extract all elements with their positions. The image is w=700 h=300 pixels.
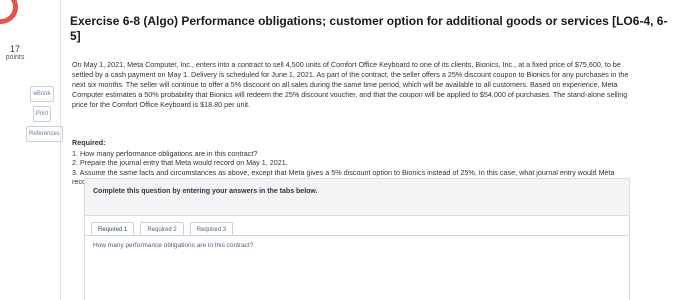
problem-text: On May 1, 2021, Meta Computer, Inc., ent… (72, 60, 629, 109)
left-rail: 17 points eBook Print References (0, 0, 63, 300)
tab-divider (85, 235, 629, 236)
points-value: 17 (9, 44, 20, 54)
required-item-2: 2. Prepare the journal entry that Meta w… (72, 158, 288, 167)
progress-ring-icon (0, 0, 18, 24)
ebook-link[interactable]: eBook (26, 86, 58, 102)
required-heading: Required: (72, 138, 106, 147)
print-link[interactable]: Print (26, 106, 58, 122)
required-item-1: 1. How many performance obligations are … (72, 148, 258, 158)
tab-required-2[interactable]: Required 2 (140, 222, 184, 236)
print-label: Print (32, 106, 52, 122)
tab-required-3[interactable]: Required 3 (189, 222, 234, 236)
points-label: points (5, 54, 25, 61)
tabs-area: Required 1 Required 2 Required 3 How man… (85, 215, 629, 300)
references-link[interactable]: References (26, 126, 63, 142)
tab-required-1[interactable]: Required 1 (91, 222, 135, 236)
exercise-title: Exercise 6-8 (Algo) Performance obligati… (70, 14, 668, 43)
ebook-label: eBook (30, 86, 54, 102)
answer-panel: Complete this question by entering your … (84, 178, 630, 300)
references-label: References (26, 126, 63, 142)
answer-instruction: Complete this question by entering your … (93, 188, 318, 195)
answer-tabs: Required 1 Required 2 Required 3 (91, 222, 234, 236)
question-text: How many performance obligations are in … (93, 242, 254, 249)
